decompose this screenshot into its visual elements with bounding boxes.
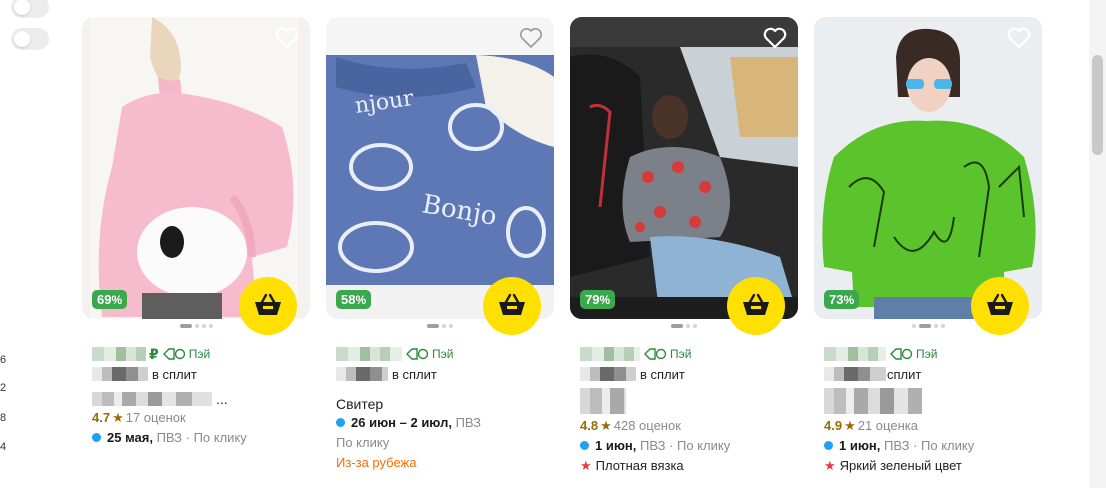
product-photo-1[interactable]: 69% <box>82 17 310 319</box>
product-image-grey-sweater <box>570 17 798 319</box>
star-icon: ★ <box>844 418 856 433</box>
pay-price-label: Пэй <box>162 347 210 361</box>
delivery-dot-icon <box>336 418 345 427</box>
heart-outline-icon[interactable] <box>274 26 300 50</box>
basket-icon <box>499 293 525 315</box>
delivery-dot-icon <box>824 441 833 450</box>
product-photo-2[interactable]: njour Bonjo 58% <box>326 17 554 319</box>
split-price-value <box>580 367 636 381</box>
product-rating: 4.9 ★ 21 оценка <box>824 418 918 433</box>
filter-toggle-2[interactable] <box>11 28 49 50</box>
product-name[interactable]: Свитер <box>336 395 554 413</box>
sidebar-count-1: 6 <box>0 354 7 366</box>
price-value <box>336 347 402 361</box>
split-price-value <box>336 367 388 381</box>
scrollbar-thumb[interactable] <box>1092 55 1103 155</box>
delivery-dot-icon <box>92 433 101 442</box>
star-icon: ★ <box>112 410 124 425</box>
heart-outline-icon[interactable] <box>762 26 788 50</box>
product-photo-3[interactable]: 79% <box>570 17 798 319</box>
product-name[interactable] <box>580 388 626 414</box>
delivery-info: 1 июн, ПВЗ · По клику <box>824 436 1042 456</box>
split-label: в сплит <box>640 366 685 382</box>
price-value <box>92 347 146 361</box>
product-card-2[interactable]: njour Bonjo 58% Пэй в сплит Свитер 26 ию… <box>326 17 554 487</box>
heart-outline-icon[interactable] <box>518 26 544 50</box>
feature-star-icon: ★ <box>824 458 836 473</box>
product-feature: ★ Плотная вязка <box>580 458 684 473</box>
sidebar-count-4: 4 <box>0 441 7 453</box>
product-rating: 4.8 ★ 428 оценок <box>580 418 681 433</box>
product-card-3[interactable]: 79% Пэй в сплит 4.8 ★ 428 оценок 1 июн, … <box>570 17 798 487</box>
pay-price-label: Пэй <box>406 347 453 361</box>
split-label: в сплит <box>152 366 197 382</box>
photo-pager-dots <box>570 324 798 328</box>
product-feature: ★ Яркий зеленый цвет <box>824 458 962 473</box>
sidebar-count-3: 8 <box>0 412 7 424</box>
delivery-dot-icon <box>580 441 589 450</box>
price-value <box>580 347 640 361</box>
product-card-4[interactable]: 73% Пэй сплит 4.9 ★ 21 оценка 1 июн, ПВЗ… <box>814 17 1042 487</box>
pay-card-icon <box>890 348 913 360</box>
delivery-info: 26 июн – 2 июл, ПВЗ <box>336 413 554 433</box>
product-image-pink-sweater <box>82 17 310 319</box>
product-image-green-sweater <box>814 17 1042 319</box>
star-icon: ★ <box>600 418 612 433</box>
discount-badge: 69% <box>92 290 128 309</box>
product-photo-4[interactable]: 73% <box>814 17 1042 319</box>
photo-pager-dots <box>82 324 310 328</box>
basket-icon <box>987 293 1013 315</box>
delivery-info: 25 мая, ПВЗ · По клику <box>92 428 310 448</box>
discount-badge: 79% <box>580 290 616 309</box>
split-price-value <box>824 367 886 381</box>
feature-star-icon: ★ <box>580 458 592 473</box>
price-value <box>824 347 886 361</box>
product-rating: 4.7 ★ 17 оценок <box>92 410 186 425</box>
split-label: в сплит <box>392 366 437 382</box>
pay-price-label: Пэй <box>890 347 937 361</box>
product-image-blue-sweater: njour Bonjo <box>326 17 554 319</box>
pay-card-icon <box>406 348 429 360</box>
abroad-label: Из-за рубежа <box>336 455 417 470</box>
product-grid-page: 6 2 8 4 69% ₽ Пэй в сплит ... 4.7 ★ 17 о… <box>0 0 1106 488</box>
split-label: сплит <box>887 366 922 382</box>
product-name-ellipsis: ... <box>216 391 228 407</box>
heart-outline-icon[interactable] <box>1006 26 1032 50</box>
basket-icon <box>743 293 769 315</box>
delivery-info-extra: По клику <box>336 435 390 450</box>
delivery-info: 1 июн, ПВЗ · По клику <box>580 436 798 456</box>
photo-pager-dots <box>814 324 1042 328</box>
product-card-1[interactable]: 69% ₽ Пэй в сплит ... 4.7 ★ 17 оценок 25… <box>82 17 310 487</box>
split-price-value <box>92 367 148 381</box>
currency-symbol: ₽ <box>149 345 159 362</box>
discount-badge: 73% <box>824 290 860 309</box>
product-name[interactable] <box>92 392 212 406</box>
discount-badge: 58% <box>336 290 372 309</box>
pay-card-icon <box>644 348 667 360</box>
pay-price-label: Пэй <box>644 347 691 361</box>
filter-toggle-1[interactable] <box>11 0 49 18</box>
pay-card-icon <box>162 348 185 360</box>
product-name[interactable] <box>824 388 922 414</box>
basket-icon <box>255 293 281 315</box>
sidebar-count-2: 2 <box>0 382 7 394</box>
photo-pager-dots <box>326 324 554 328</box>
